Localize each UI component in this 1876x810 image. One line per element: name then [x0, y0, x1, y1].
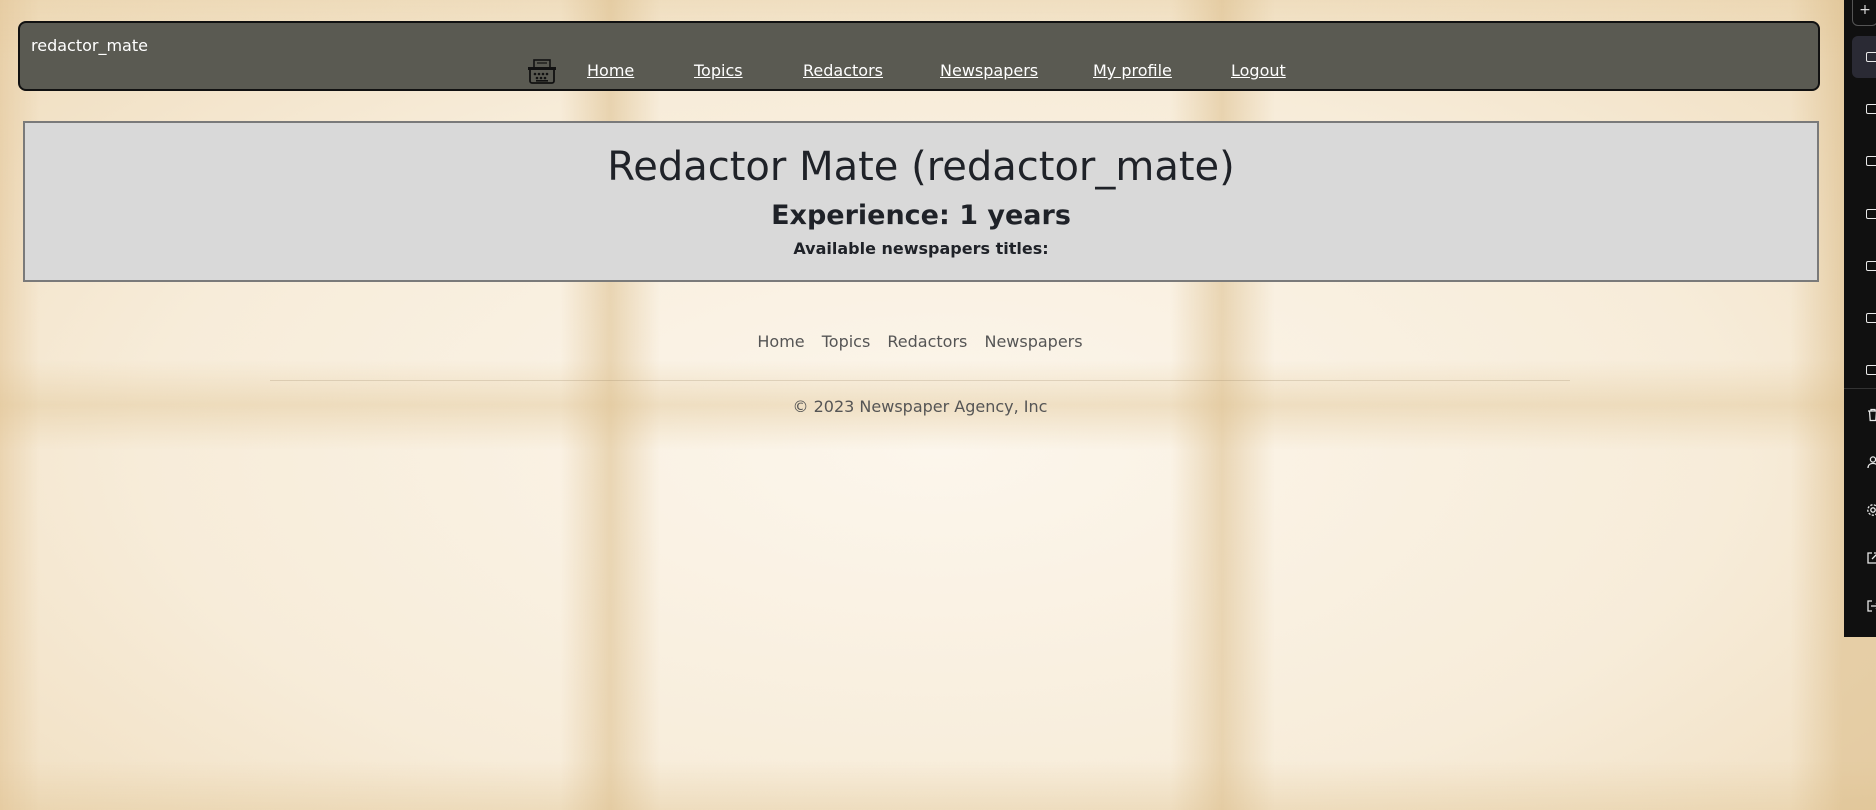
typewriter-icon: [528, 59, 556, 84]
chat-icon[interactable]: [1866, 261, 1876, 275]
nav-link-home[interactable]: Home: [587, 61, 634, 80]
chat-icon[interactable]: [1866, 313, 1876, 327]
footer-link-newspapers[interactable]: Newspapers: [984, 332, 1082, 351]
chat-icon[interactable]: [1866, 156, 1876, 170]
chat-icon[interactable]: [1866, 104, 1876, 118]
copyright-text: © 2023 Newspaper Agency, Inc: [792, 397, 1048, 416]
navbar-username: redactor_mate: [31, 36, 148, 55]
logout-icon[interactable]: [1866, 599, 1876, 613]
side-panel-divider: [1844, 388, 1876, 389]
footer-nav: Home Topics Redactors Newspapers: [0, 332, 1840, 351]
experience-text: Experience: 1 years: [771, 200, 1071, 231]
gear-icon[interactable]: [1866, 503, 1876, 517]
page-title: Redactor Mate (redactor_mate): [607, 144, 1235, 190]
side-panel: +: [1844, 0, 1876, 637]
footer-link-topics[interactable]: Topics: [822, 332, 871, 351]
redactor-profile-card: Redactor Mate (redactor_mate) Experience…: [23, 121, 1819, 282]
available-newspapers-label: Available newspapers titles:: [793, 239, 1049, 258]
footer-link-home[interactable]: Home: [757, 332, 804, 351]
nav-link-logout[interactable]: Logout: [1231, 61, 1286, 80]
trash-icon[interactable]: [1866, 408, 1876, 422]
footer-divider: [270, 380, 1570, 381]
chat-icon[interactable]: [1866, 365, 1876, 379]
new-chat-icon[interactable]: +: [1852, 0, 1876, 26]
chat-icon[interactable]: [1866, 209, 1876, 223]
footer-link-redactors[interactable]: Redactors: [887, 332, 967, 351]
top-navbar: redactor_mate Home Topics Redactors News…: [18, 21, 1820, 91]
nav-link-topics[interactable]: Topics: [694, 61, 743, 80]
user-icon[interactable]: [1866, 455, 1876, 469]
chat-icon[interactable]: [1866, 52, 1876, 66]
nav-link-my-profile[interactable]: My profile: [1093, 61, 1172, 80]
external-link-icon[interactable]: [1866, 551, 1876, 565]
nav-link-redactors[interactable]: Redactors: [803, 61, 883, 80]
nav-link-newspapers[interactable]: Newspapers: [940, 61, 1038, 80]
